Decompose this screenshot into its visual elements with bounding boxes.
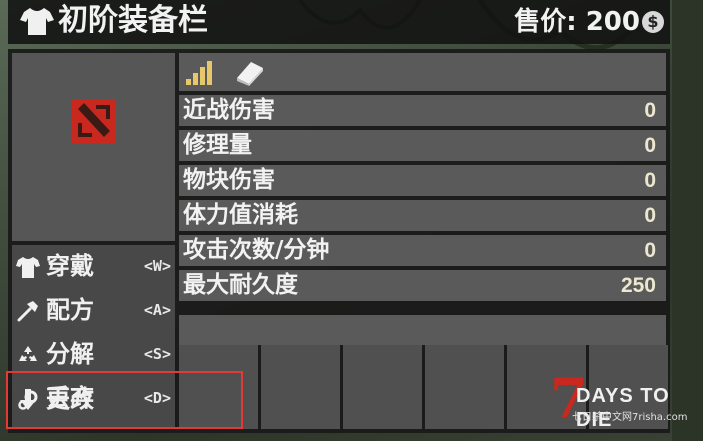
stats-header — [179, 53, 666, 91]
coin-icon: $ — [642, 11, 664, 33]
stat-row: 最大耐久度 250 — [179, 270, 666, 301]
logo-text: DAYS TO DIE — [576, 385, 670, 431]
book-icon — [237, 62, 263, 86]
quality-bars-icon — [186, 61, 212, 85]
stat-value: 0 — [644, 204, 656, 227]
stat-row: 近战伤害 0 — [179, 95, 666, 126]
recipe-action[interactable]: 配方 <A> — [12, 289, 175, 333]
shirt-icon — [16, 257, 40, 278]
wear-key: <W> — [143, 257, 171, 275]
wear-action[interactable]: 穿戴 <W> — [12, 245, 175, 289]
stat-value: 250 — [620, 274, 656, 297]
title-bar: 初阶装备栏 售价: 200 $ — [8, 0, 670, 44]
stat-label: 攻击次数/分钟 — [183, 237, 330, 263]
scrap-label: 分解 — [46, 340, 94, 368]
stat-label: 近战伤害 — [183, 97, 275, 123]
stat-row-empty — [179, 315, 666, 345]
item-icon — [72, 99, 116, 143]
hammer-icon — [17, 301, 38, 322]
stat-row: 物块伤害 0 — [179, 165, 666, 196]
stat-value: 0 — [644, 99, 656, 122]
stat-label: 最大耐久度 — [183, 272, 298, 298]
stat-label: 物块伤害 — [183, 167, 275, 193]
page-title: 初阶装备栏 — [58, 3, 208, 38]
mod-slot[interactable] — [261, 345, 340, 429]
mod-slot[interactable] — [343, 345, 422, 429]
recycle-icon — [19, 346, 37, 361]
stat-value: 0 — [644, 134, 656, 157]
site-watermark: 七日杀中文网7risha.com — [572, 412, 688, 423]
sell-price: 售价: 200 — [514, 7, 640, 37]
stat-value: 0 — [644, 169, 656, 192]
stat-value: 0 — [644, 239, 656, 262]
stat-row: 体力值消耗 0 — [179, 200, 666, 231]
stat-label: 体力值消耗 — [183, 202, 298, 228]
mod-slot[interactable] — [425, 345, 504, 429]
recipe-key: <A> — [143, 301, 171, 319]
item-preview — [12, 53, 175, 241]
stat-label: 修理量 — [183, 132, 252, 158]
selection-highlight — [6, 371, 243, 429]
game-logo-watermark: 7 DAYS TO DIE 七日杀中文网7risha.com — [548, 368, 698, 434]
shirt-icon — [20, 8, 54, 35]
recipe-label: 配方 — [46, 296, 94, 324]
stat-row: 攻击次数/分钟 0 — [179, 235, 666, 266]
stat-row: 修理量 0 — [179, 130, 666, 161]
scrap-key: <S> — [143, 345, 171, 363]
wear-label: 穿戴 — [46, 252, 94, 280]
